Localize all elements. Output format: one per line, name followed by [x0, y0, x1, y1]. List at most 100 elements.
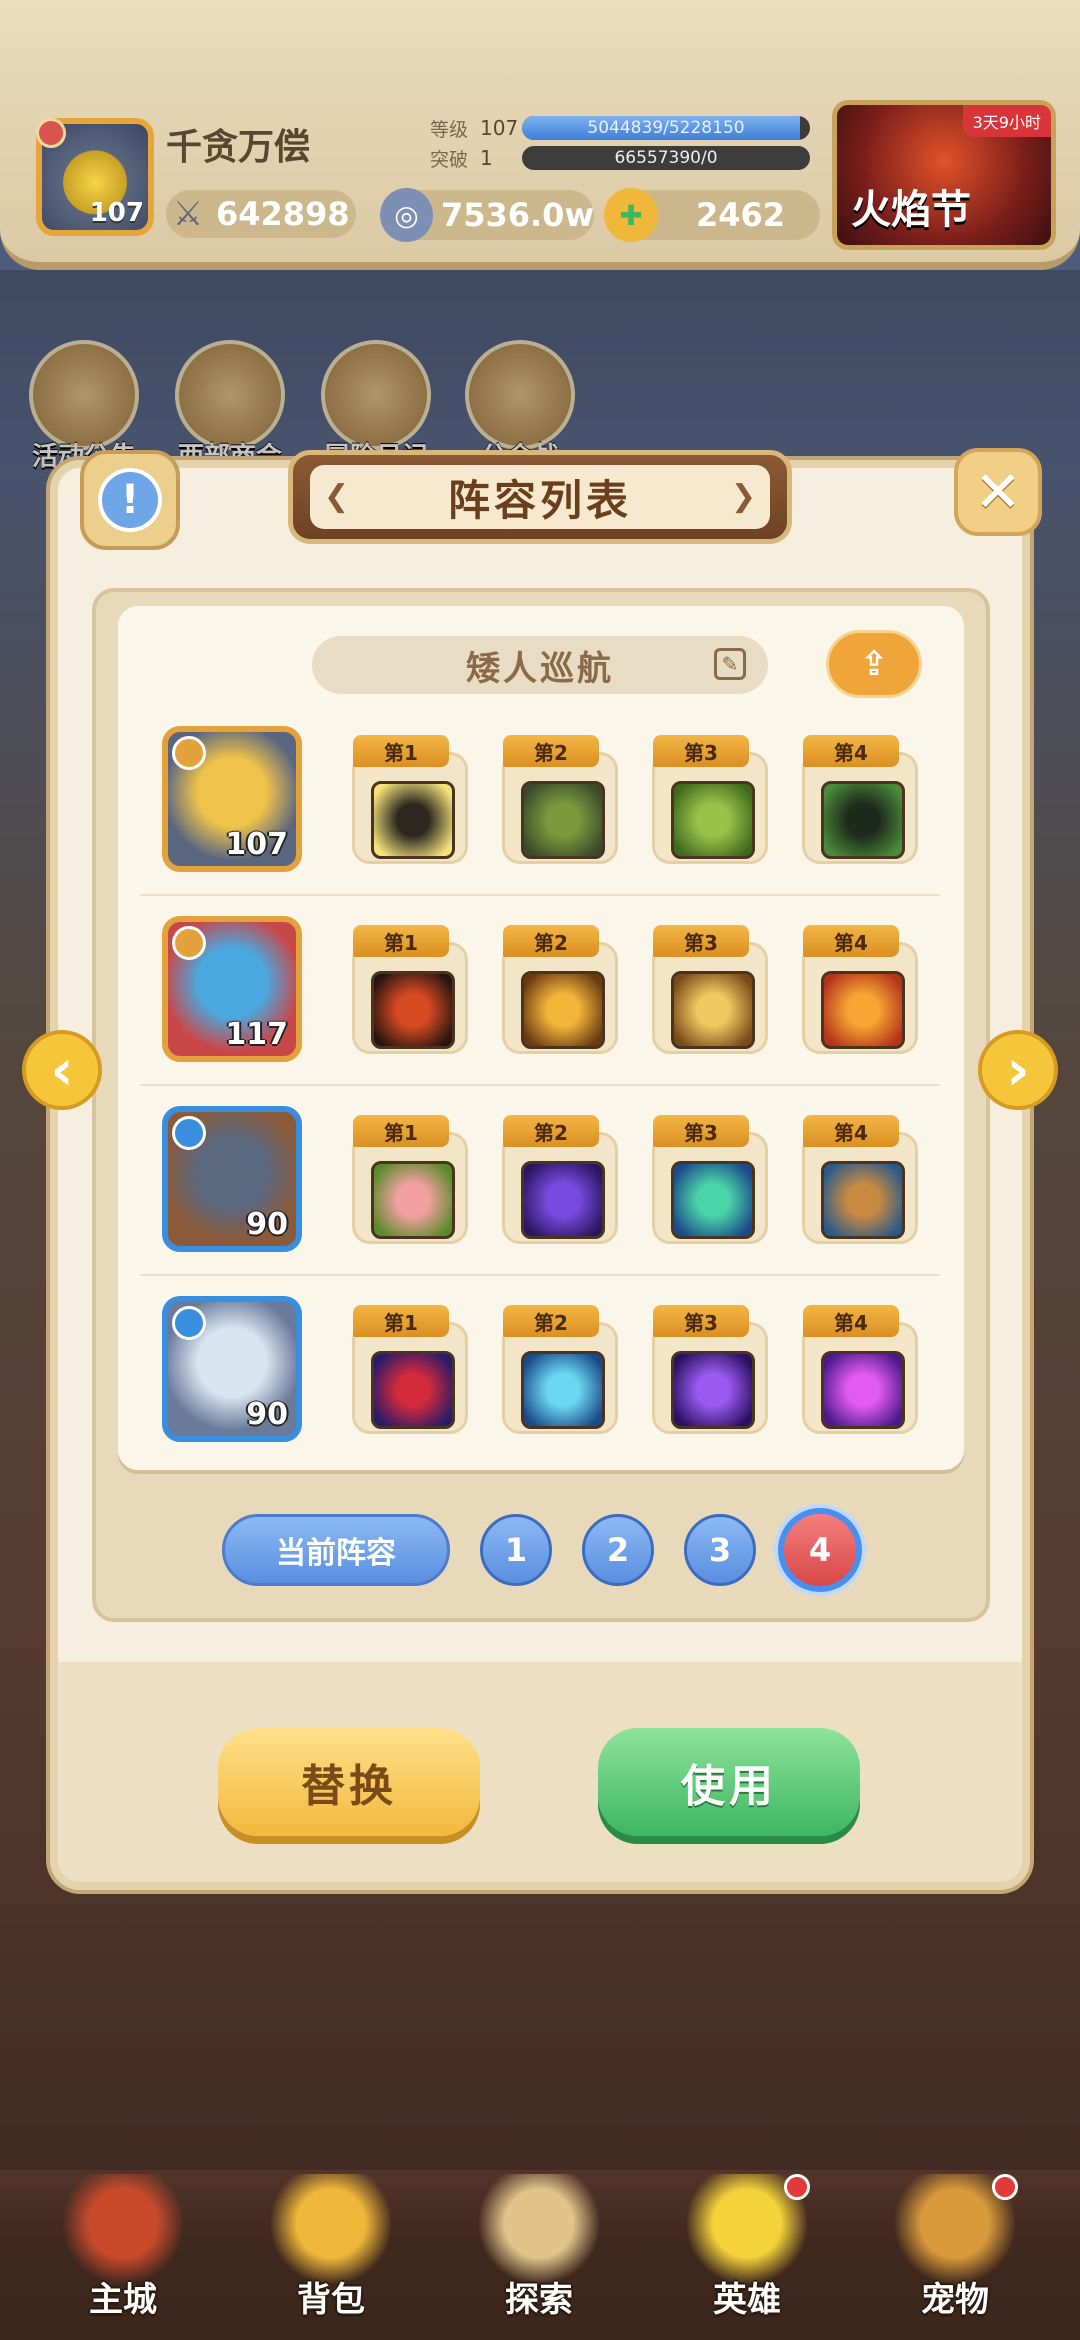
level-progress-text: 5044839/5228150 [587, 118, 745, 138]
lineup-page-4[interactable]: 4 [778, 1508, 862, 1592]
prev-arrow-button[interactable]: ‹ [22, 1030, 102, 1110]
nav-item-label: 探索 [505, 2280, 573, 2320]
lineup-page-2[interactable]: 2 [582, 1514, 654, 1586]
gem-counter[interactable]: ✚ 2462 [604, 188, 820, 242]
skill-order-tag: 第2 [503, 1305, 599, 1337]
close-button[interactable]: ✕ [954, 448, 1042, 536]
nav-item[interactable]: 英雄 [662, 2174, 832, 2334]
lineup-page-3[interactable]: 3 [684, 1514, 756, 1586]
skill-slot[interactable]: 第3 [652, 735, 768, 864]
nav-item[interactable]: 探索 [454, 2174, 624, 2334]
event-name: 火焰节 [851, 187, 971, 233]
star-shield-skill-icon [671, 781, 755, 859]
coin-counter[interactable]: ◎ 7536.0w [380, 188, 594, 242]
ground-slam-skill-icon [671, 971, 755, 1049]
use-button[interactable]: 使用 [598, 1728, 860, 1836]
skill-order-tag: 第2 [503, 735, 599, 767]
player-avatar[interactable]: 107 [36, 118, 154, 236]
tree-guardian-skill-icon [821, 1161, 905, 1239]
ice-hammer-skill-icon [521, 1351, 605, 1429]
hero-element-icon [172, 926, 206, 960]
info-button[interactable]: ! [80, 450, 180, 550]
nav-item-label: 背包 [297, 2280, 365, 2320]
notification-dot-icon [784, 2174, 810, 2200]
skill-order-tag: 第2 [503, 1115, 599, 1147]
lineup-page-4-label: 4 [808, 1531, 832, 1569]
info-icon: ! [98, 468, 162, 532]
avatar-badge-icon [36, 118, 66, 148]
dark-slash-skill-icon [371, 781, 455, 859]
arrow-left-icon: ‹ [50, 1037, 74, 1103]
hero-level: 90 [246, 1207, 288, 1242]
skill-order-tag: 第1 [353, 1115, 449, 1147]
demon-mask-skill-icon [371, 1351, 455, 1429]
green-wave-skill-icon [671, 1161, 755, 1239]
lineup-page-1[interactable]: 1 [480, 1514, 552, 1586]
nav-item[interactable]: 主城 [38, 2174, 208, 2334]
arcane-burst-skill-icon [821, 1351, 905, 1429]
next-arrow-button[interactable]: › [978, 1030, 1058, 1110]
spear-strike-skill-icon [521, 781, 605, 859]
lineup-name-field[interactable]: 矮人巡航 [312, 636, 768, 694]
skill-slot[interactable]: 第1 [352, 925, 468, 1054]
lineup-page-1-label: 1 [504, 1531, 528, 1569]
hero-portrait[interactable]: 107 [162, 726, 302, 872]
skill-slot[interactable]: 第4 [802, 1305, 918, 1434]
row-divider [140, 1274, 940, 1276]
hero-portrait[interactable]: 90 [162, 1296, 302, 1442]
skill-slot[interactable]: 第3 [652, 1115, 768, 1244]
skill-order-tag: 第1 [353, 735, 449, 767]
skill-order-tag: 第4 [803, 735, 899, 767]
skill-order-tag: 第3 [653, 1305, 749, 1337]
skill-order-tag: 第1 [353, 925, 449, 957]
skill-slot[interactable]: 第1 [352, 735, 468, 864]
hero-element-icon [172, 1306, 206, 1340]
skill-slot[interactable]: 第2 [502, 1305, 618, 1434]
player-level: 107 [89, 198, 144, 228]
skill-slot[interactable]: 第4 [802, 735, 918, 864]
hero-element-icon [172, 736, 206, 770]
skill-slot[interactable]: 第4 [802, 1115, 918, 1244]
break-progress-text: 66557390/0 [614, 148, 718, 168]
void-vortex-skill-icon [671, 1351, 755, 1429]
break-value: 1 [480, 146, 493, 170]
map-scroll-icon [479, 2174, 599, 2284]
golden-strike-skill-icon [521, 971, 605, 1049]
skill-order-tag: 第2 [503, 925, 599, 957]
dialog-title: 阵容列表 [447, 475, 632, 525]
skill-slot[interactable]: 第2 [502, 925, 618, 1054]
notification-dot-icon [992, 2174, 1018, 2200]
nav-item[interactable]: 宠物 [870, 2174, 1040, 2334]
purple-rain-skill-icon [521, 1161, 605, 1239]
lineup-page-3-label: 3 [708, 1531, 732, 1569]
gem-add-icon: ✚ [604, 188, 658, 242]
combat-power: ⚔ 642898 [166, 190, 356, 238]
replace-button[interactable]: 替换 [218, 1728, 480, 1836]
current-lineup-button[interactable]: 当前阵容 [222, 1514, 450, 1586]
skill-order-tag: 第4 [803, 925, 899, 957]
skill-slot[interactable]: 第3 [652, 925, 768, 1054]
nav-item-label: 英雄 [713, 2280, 781, 2320]
backpack-icon [271, 2174, 391, 2284]
hero-level: 107 [225, 827, 288, 862]
coin-icon: ◎ [380, 188, 433, 242]
hero-level: 117 [225, 1017, 288, 1052]
skill-slot[interactable]: 第2 [502, 1115, 618, 1244]
dark-armor-skill-icon [821, 781, 905, 859]
skill-slot[interactable]: 第1 [352, 1115, 468, 1244]
level-row: 等级 107 5044839/5228150 [430, 112, 810, 144]
event-banner[interactable]: 3天9小时 火焰节 [832, 100, 1056, 250]
edit-icon[interactable]: ✎ [714, 648, 746, 680]
break-label: 突破 [430, 148, 469, 171]
hero-element-icon [172, 1116, 206, 1150]
skill-slot[interactable]: 第2 [502, 735, 618, 864]
skill-slot[interactable]: 第1 [352, 1305, 468, 1434]
hero-portrait[interactable]: 117 [162, 916, 302, 1062]
skill-slot[interactable]: 第4 [802, 925, 918, 1054]
nav-item[interactable]: 背包 [246, 2174, 416, 2334]
share-button[interactable]: ⇪ [826, 630, 922, 698]
skill-order-tag: 第4 [803, 1115, 899, 1147]
hero-portrait[interactable]: 90 [162, 1106, 302, 1252]
coin-value: 7536.0w [440, 196, 594, 234]
skill-slot[interactable]: 第3 [652, 1305, 768, 1434]
